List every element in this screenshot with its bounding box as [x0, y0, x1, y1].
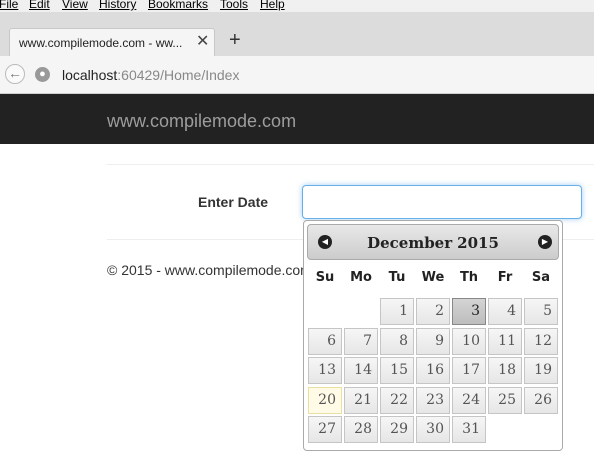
- calendar-day[interactable]: 27: [308, 416, 342, 444]
- calendar-day[interactable]: 17: [452, 357, 486, 385]
- calendar-day[interactable]: 18: [488, 357, 522, 385]
- datepicker-header: ◀ December 2015 ▶: [307, 224, 559, 260]
- browser-tab[interactable]: www.compilemode.com - ww... ✕: [9, 28, 215, 56]
- weekday-label: Th: [459, 270, 479, 285]
- calendar-day[interactable]: 2: [416, 298, 450, 325]
- tab-title: www.compilemode.com - ww...: [19, 36, 183, 50]
- back-arrow-icon[interactable]: ←: [5, 64, 25, 84]
- calendar-day[interactable]: 31: [452, 416, 486, 444]
- calendar-day[interactable]: 20: [308, 386, 342, 414]
- calendar-week-row: 12345: [307, 297, 559, 327]
- calendar-week-row: 6 7 8 9 10 11 12: [307, 327, 559, 357]
- calendar-day[interactable]: 7: [344, 327, 378, 355]
- menu-help[interactable]: Help: [260, 0, 285, 10]
- calendar-day[interactable]: 4: [488, 298, 522, 325]
- close-icon[interactable]: ✕: [196, 33, 209, 51]
- url-path: :60429/Home/Index: [117, 67, 240, 83]
- menu-edit[interactable]: Edit: [29, 0, 50, 10]
- site-brand-link[interactable]: www.compilemode.com: [107, 111, 296, 132]
- calendar-week-row: 20 21 22 23 24 25 26: [307, 386, 559, 416]
- address-bar[interactable]: localhost:60429/Home/Index: [62, 67, 239, 83]
- globe-icon[interactable]: ●: [35, 67, 50, 82]
- weekday-label: Su: [315, 270, 335, 285]
- calendar-grid: 1 2 3 4 5 6 7 8 9 10 11 12 13 14 15 16 17 18 19 20 21 22 23 24 2…: [307, 297, 559, 445]
- weekday-header-row: Su Mo Tu We Th Fr Sa: [307, 260, 559, 297]
- datepicker: ◀ December 2015 ▶ Su Mo Tu We Th Fr Sa 12345678…: [303, 220, 563, 451]
- datepicker-month: December: [367, 234, 453, 252]
- divider: [107, 164, 594, 165]
- empty-day-cell: [488, 416, 522, 443]
- calendar-day[interactable]: 11: [488, 327, 522, 355]
- calendar-day[interactable]: 19: [524, 357, 558, 385]
- navigation-bar: ← ● localhost:60429/Home/Index: [0, 56, 594, 94]
- calendar-day[interactable]: 30: [416, 416, 450, 444]
- menu-bookmarks[interactable]: Bookmarks: [148, 0, 208, 10]
- date-label: Enter Date: [198, 194, 269, 210]
- calendar-day[interactable]: 5: [524, 298, 558, 325]
- calendar-day[interactable]: 24: [452, 386, 486, 414]
- calendar-day[interactable]: 25: [488, 386, 522, 414]
- calendar-day[interactable]: 23: [416, 386, 450, 414]
- weekday-label: We: [421, 270, 445, 285]
- calendar-day[interactable]: 29: [380, 416, 414, 444]
- menu-file[interactable]: File: [0, 0, 18, 10]
- calendar-week-row: 13 14 15 16 17 18 19: [307, 356, 559, 386]
- calendar-day[interactable]: 28: [344, 416, 378, 444]
- empty-day-cell: [344, 298, 378, 325]
- date-input[interactable]: [302, 185, 582, 219]
- calendar-week-row: 27 28 29 30 31: [307, 415, 559, 445]
- calendar-day[interactable]: 8: [380, 327, 414, 355]
- footer-text: © 2015 - www.compilemode.com: [107, 262, 312, 278]
- menu-history[interactable]: History: [99, 0, 136, 10]
- empty-day-cell: [308, 298, 342, 325]
- datepicker-year: 2015: [457, 234, 499, 252]
- calendar-day[interactable]: 15: [380, 357, 414, 385]
- menu-tools[interactable]: Tools: [220, 0, 248, 10]
- menu-bar: File Edit View History Bookmarks Tools H…: [0, 0, 594, 12]
- weekday-label: Mo: [350, 270, 372, 285]
- weekday-label: Sa: [531, 270, 551, 285]
- calendar-day[interactable]: 13: [308, 357, 342, 385]
- menu-view[interactable]: View: [62, 0, 88, 10]
- calendar-day[interactable]: 21: [344, 386, 378, 414]
- tab-strip: www.compilemode.com - ww... ✕ +: [0, 12, 594, 56]
- plus-icon[interactable]: +: [229, 29, 241, 51]
- datepicker-title: December 2015: [308, 234, 558, 252]
- calendar-day[interactable]: 1: [380, 298, 414, 325]
- calendar-day[interactable]: 12: [524, 327, 558, 355]
- calendar-day[interactable]: 26: [524, 386, 558, 414]
- calendar-day[interactable]: 3: [452, 298, 486, 325]
- next-month-icon[interactable]: ▶: [538, 235, 552, 249]
- calendar-day[interactable]: 6: [308, 327, 342, 355]
- site-header: www.compilemode.com: [0, 94, 594, 144]
- calendar-day[interactable]: 10: [452, 327, 486, 355]
- calendar-day[interactable]: 22: [380, 386, 414, 414]
- calendar-day[interactable]: 14: [344, 357, 378, 385]
- url-host: localhost: [62, 67, 118, 83]
- calendar-day[interactable]: 16: [416, 357, 450, 385]
- empty-day-cell: [524, 416, 558, 443]
- weekday-label: Tu: [388, 270, 406, 285]
- weekday-label: Fr: [497, 270, 513, 285]
- calendar-day[interactable]: 9: [416, 327, 450, 355]
